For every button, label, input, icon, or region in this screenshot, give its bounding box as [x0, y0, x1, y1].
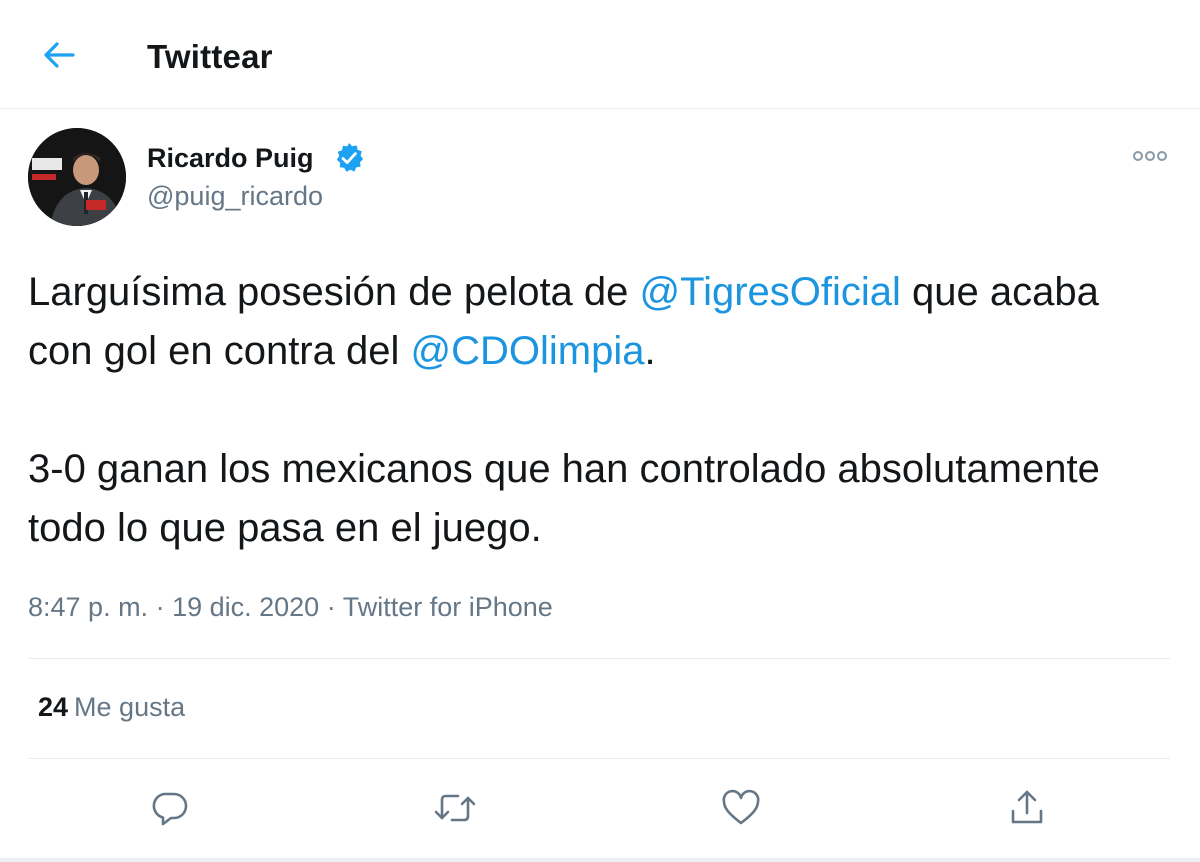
- more-options-button[interactable]: [1128, 144, 1172, 168]
- author-handle[interactable]: @puig_ricardo: [147, 181, 323, 212]
- share-icon: [1011, 790, 1043, 824]
- more-dots-icon: [1133, 151, 1167, 161]
- tweet-date[interactable]: 19 dic. 2020: [172, 592, 319, 622]
- profile-photo: [28, 128, 126, 226]
- tweet-text: Larguísima posesión de pelota de @Tigres…: [28, 263, 1168, 558]
- heart-icon: [722, 789, 760, 825]
- author-name[interactable]: Ricardo Puig: [147, 143, 314, 174]
- back-button[interactable]: [36, 32, 82, 78]
- meta-separator: ·: [319, 592, 343, 622]
- likes-count: 24: [38, 692, 69, 722]
- reply-button[interactable]: [146, 784, 194, 832]
- top-bar: Twittear: [0, 0, 1200, 109]
- tweet-meta: 8:47 p. m. · 19 dic. 2020 · Twitter for …: [28, 592, 553, 623]
- mention-link[interactable]: @TigresOficial: [640, 270, 901, 314]
- arrow-left-icon: [44, 42, 75, 68]
- tweet-paragraph: Larguísima posesión de pelota de @Tigres…: [28, 263, 1168, 381]
- meta-separator: ·: [148, 592, 173, 622]
- bottom-border: [0, 858, 1200, 862]
- tweet-text-part: Larguísima posesión de pelota de: [28, 270, 640, 314]
- tweet-time[interactable]: 8:47 p. m.: [28, 592, 148, 622]
- share-button[interactable]: [1003, 784, 1051, 832]
- likes-label: Me gusta: [74, 692, 186, 722]
- page-title: Twittear: [147, 38, 273, 75]
- likes-stat[interactable]: 24 Me gusta: [38, 692, 185, 723]
- verified-badge-icon: [336, 143, 364, 172]
- tweet-text-part: .: [644, 329, 656, 373]
- avatar[interactable]: [28, 128, 126, 226]
- mention-link[interactable]: @CDOlimpia: [410, 329, 644, 373]
- retweet-icon: [434, 794, 476, 822]
- reply-icon: [152, 792, 188, 826]
- tweet-paragraph: 3-0 ganan los mexicanos que han controla…: [28, 447, 1100, 550]
- retweet-button[interactable]: [431, 784, 479, 832]
- divider: [28, 758, 1170, 759]
- tweet-source[interactable]: Twitter for iPhone: [343, 592, 553, 622]
- divider: [28, 658, 1170, 659]
- like-button[interactable]: [717, 784, 765, 832]
